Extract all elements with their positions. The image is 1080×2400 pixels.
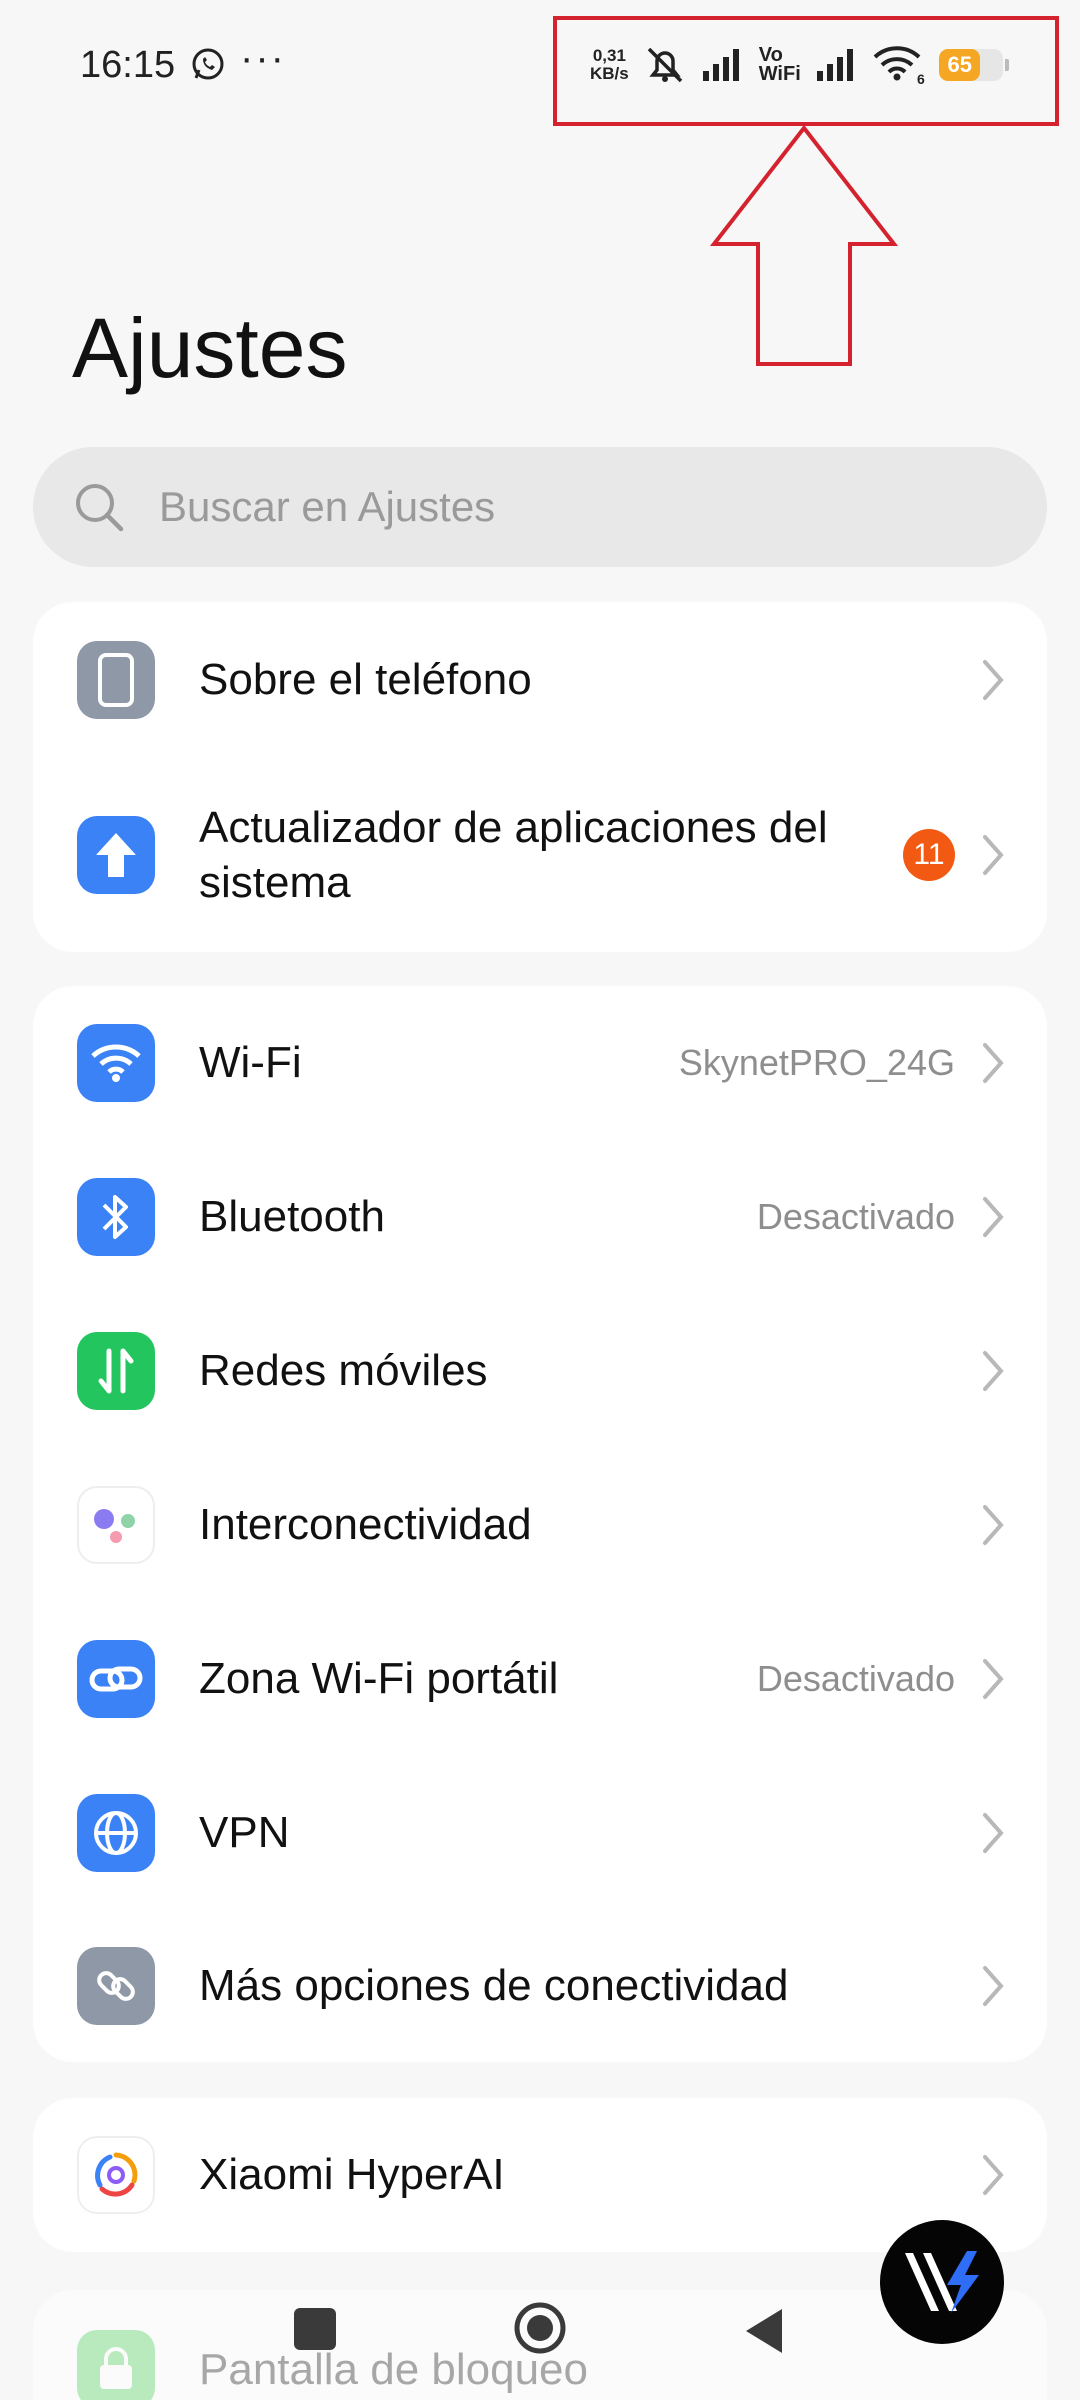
chevron-right-icon bbox=[983, 1659, 1004, 1699]
settings-item-value: Desactivado bbox=[756, 1658, 955, 1699]
settings-item-label: Xiaomi HyperAI bbox=[199, 2150, 505, 2199]
update-arrow-icon bbox=[77, 816, 155, 894]
interconnectivity-icon bbox=[77, 1486, 155, 1564]
page-title: Ajustes bbox=[72, 301, 348, 395]
chevron-right-icon bbox=[983, 1966, 1004, 2006]
globe-icon bbox=[77, 1794, 155, 1872]
settings-item-interconnectivity[interactable]: Interconectividad bbox=[33, 1448, 1047, 1602]
settings-item-label: Zona Wi-Fi portátil bbox=[199, 1654, 559, 1703]
settings-item-more-connectivity[interactable]: Más opciones de conectividad bbox=[33, 1910, 1047, 2062]
settings-item-label: VPN bbox=[199, 1808, 290, 1857]
chevron-right-icon bbox=[983, 660, 1004, 700]
settings-item-label: Actualizador de aplicaciones del sistema bbox=[199, 803, 828, 907]
chevron-right-icon bbox=[983, 1351, 1004, 1391]
settings-item-label: Interconectividad bbox=[199, 1500, 532, 1549]
settings-item-hyperai[interactable]: Xiaomi HyperAI bbox=[33, 2098, 1047, 2252]
mobile-data-icon bbox=[77, 1332, 155, 1410]
chevron-right-icon bbox=[983, 1043, 1004, 1083]
back-button[interactable] bbox=[742, 2305, 786, 2357]
phone-icon bbox=[77, 641, 155, 719]
bluetooth-icon bbox=[77, 1178, 155, 1256]
settings-group-connectivity: Wi-Fi SkynetPRO_24G Bluetooth Desactivad… bbox=[33, 986, 1047, 2062]
settings-item-bluetooth[interactable]: Bluetooth Desactivado bbox=[33, 1140, 1047, 1294]
settings-item-value: Desactivado bbox=[756, 1196, 955, 1237]
settings-group-system: Sobre el teléfono Actualizador de aplica… bbox=[33, 602, 1047, 952]
annotation-box bbox=[553, 16, 1059, 126]
search-placeholder: Buscar en Ajustes bbox=[159, 483, 496, 530]
settings-item-hotspot[interactable]: Zona Wi-Fi portátil Desactivado bbox=[33, 1602, 1047, 1756]
settings-item-label: Sobre el teléfono bbox=[199, 655, 532, 704]
home-button[interactable] bbox=[512, 2300, 568, 2356]
chevron-right-icon bbox=[983, 1813, 1004, 1853]
hyperai-icon bbox=[77, 2136, 155, 2214]
settings-item-label: Redes móviles bbox=[199, 1346, 488, 1395]
status-time: 16:15 bbox=[80, 44, 176, 86]
settings-item-label: Bluetooth bbox=[199, 1192, 385, 1241]
wifi-icon bbox=[77, 1024, 155, 1102]
lock-icon bbox=[77, 2330, 155, 2400]
settings-item-system-updater[interactable]: Actualizador de aplicaciones del sistema… bbox=[33, 758, 1047, 952]
recents-button[interactable] bbox=[294, 2308, 336, 2350]
hotspot-link-icon bbox=[77, 1640, 155, 1718]
settings-item-wifi[interactable]: Wi-Fi SkynetPRO_24G bbox=[33, 986, 1047, 1140]
chevron-right-icon bbox=[983, 2155, 1004, 2195]
chevron-right-icon bbox=[983, 1197, 1004, 1237]
settings-item-label: Wi-Fi bbox=[199, 1038, 302, 1087]
more-connectivity-icon bbox=[77, 1947, 155, 2025]
whatsapp-icon bbox=[192, 48, 224, 80]
update-count-badge: 11 bbox=[903, 829, 955, 881]
settings-item-vpn[interactable]: VPN bbox=[33, 1756, 1047, 1910]
settings-item-about-phone[interactable]: Sobre el teléfono bbox=[33, 602, 1047, 758]
settings-group-ai: Xiaomi HyperAI bbox=[33, 2098, 1047, 2252]
search-icon bbox=[76, 484, 124, 532]
chevron-right-icon bbox=[983, 835, 1004, 875]
settings-item-value: SkynetPRO_24G bbox=[678, 1042, 955, 1083]
chevron-right-icon bbox=[983, 1505, 1004, 1545]
annotation-arrow-icon bbox=[710, 124, 898, 366]
more-dots-icon: ··· bbox=[240, 36, 286, 80]
settings-item-label: Más opciones de conectividad bbox=[199, 1961, 789, 2010]
settings-item-mobile-networks[interactable]: Redes móviles bbox=[33, 1294, 1047, 1448]
watermark-logo-icon bbox=[880, 2220, 1004, 2344]
search-input[interactable]: Buscar en Ajustes bbox=[33, 447, 1047, 567]
